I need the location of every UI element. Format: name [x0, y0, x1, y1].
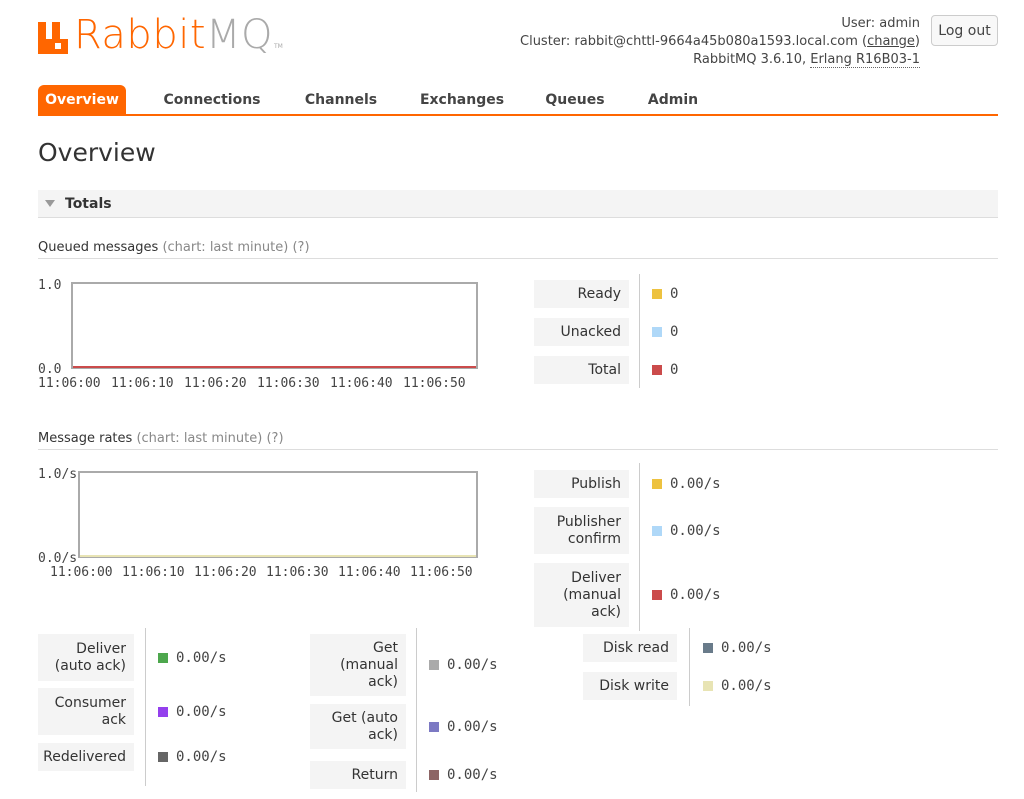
x-tick-label: 11:06:40 [330, 376, 393, 391]
legend-swatch [158, 706, 168, 717]
tab-connections[interactable]: Connections [150, 85, 274, 114]
tab-overview[interactable]: Overview [38, 85, 126, 114]
legend-swatch [429, 770, 439, 780]
stat-label-deliver-auto-ack: Deliver (auto ack) [38, 634, 134, 681]
main-nav-tabs: Overview Connections Channels Exchanges … [38, 85, 998, 116]
stat-label-get-auto-ack: Get (auto ack) [310, 704, 406, 749]
erlang-version: Erlang R16B03-1 [810, 52, 920, 68]
stat-label-total: Total [534, 356, 629, 384]
tab-admin[interactable]: Admin [638, 85, 708, 114]
x-tick-label: 11:06:30 [266, 565, 329, 580]
cluster-info: Cluster: rabbit@chttl-9664a45b080a1593.l… [520, 34, 920, 49]
totals-section-header[interactable]: Totals [38, 190, 998, 218]
chart-plot-area [78, 471, 478, 558]
legend-swatch [652, 590, 662, 600]
logo-text: RabbitMQ [74, 12, 274, 58]
x-tick-label: 11:06:50 [410, 565, 473, 580]
help-link[interactable]: (?) [266, 431, 283, 446]
stat-label-get-manual-ack: Get (manual ack) [310, 634, 406, 696]
tab-queues[interactable]: Queues [536, 85, 614, 114]
stat-value-consumer-ack: 0.00/s [158, 688, 227, 735]
logo-trademark: TM [274, 43, 283, 50]
legend-swatch [652, 289, 662, 299]
chart-plot-area [71, 282, 478, 369]
legend-swatch [429, 721, 439, 732]
x-tick-label: 11:06:10 [111, 376, 174, 391]
stat-value-return: 0.00/s [429, 761, 498, 789]
x-tick-label: 11:06:10 [122, 565, 185, 580]
rabbitmq-logo[interactable]: RabbitMQ TM [38, 12, 283, 58]
stat-value-ready: 0 [652, 280, 678, 308]
stat-divider [639, 463, 640, 631]
tab-channels[interactable]: Channels [296, 85, 386, 114]
y-tick-min: 0.0/s [38, 551, 77, 566]
user-label: User: admin [841, 16, 920, 31]
stat-value-deliver-manual-ack: 0.00/s [652, 563, 721, 627]
stat-value-redelivered: 0.00/s [158, 743, 227, 771]
stat-value-unacked: 0 [652, 318, 678, 346]
x-tick-label: 11:06:00 [38, 376, 101, 391]
cluster-change-link[interactable]: change [867, 34, 915, 49]
legend-swatch [652, 479, 662, 489]
legend-swatch [652, 327, 662, 337]
stat-label-return: Return [310, 761, 406, 789]
x-tick-label: 11:06:40 [338, 565, 401, 580]
stat-label-publisher-confirm: Publisher confirm [534, 507, 629, 554]
chart-range-link[interactable]: (chart: last minute) [162, 240, 288, 255]
stat-label-disk-write: Disk write [583, 672, 677, 700]
stat-divider [416, 628, 417, 792]
message-rates-chart: 1.0/s 0.0/s 11:06:00 11:06:10 11:06:20 11:0… [38, 467, 478, 580]
stat-divider [639, 274, 640, 388]
x-tick-label: 11:06:20 [184, 376, 247, 391]
queued-messages-chart: 1.0 0.0 11:06:00 11:06:10 11:06:20 11:06:30… [38, 278, 478, 391]
queued-messages-heading: Queued messages (chart: last minute) (?) [38, 240, 998, 259]
header-info: User: admin Cluster: rabbit@chttl-9664a4… [520, 15, 920, 69]
stat-divider [689, 628, 690, 706]
stat-value-publish: 0.00/s [652, 470, 721, 498]
stat-label-disk-read: Disk read [583, 634, 677, 662]
version-info: RabbitMQ 3.6.10, Erlang R16B03-1 [693, 52, 920, 68]
legend-swatch [429, 660, 439, 670]
stat-label-redelivered: Redelivered [38, 743, 134, 771]
message-rates-heading: Message rates (chart: last minute) (?) [38, 431, 998, 450]
stat-label-consumer-ack: Consumer ack [38, 688, 134, 735]
legend-swatch [158, 652, 168, 663]
legend-swatch [703, 681, 713, 691]
x-tick-label: 11:06:30 [257, 376, 320, 391]
stat-value-disk-write: 0.00/s [703, 672, 772, 700]
page-title: Overview [38, 138, 156, 167]
legend-swatch [652, 365, 662, 375]
stat-label-deliver-manual-ack: Deliver (manual ack) [534, 563, 629, 627]
stat-label-ready: Ready [534, 280, 629, 308]
stat-value-publisher-confirm: 0.00/s [652, 507, 721, 554]
x-tick-label: 11:06:00 [50, 565, 113, 580]
x-tick-label: 11:06:20 [194, 565, 257, 580]
stat-value-total: 0 [652, 356, 678, 384]
legend-swatch [652, 525, 662, 536]
rabbitmq-logo-icon [38, 22, 70, 54]
stat-value-disk-read: 0.00/s [703, 634, 772, 662]
totals-title: Totals [65, 195, 112, 212]
tab-exchanges[interactable]: Exchanges [410, 85, 514, 114]
legend-swatch [158, 752, 168, 762]
collapse-triangle-icon [45, 200, 55, 207]
legend-swatch [703, 643, 713, 653]
y-tick-min: 0.0 [38, 362, 61, 377]
logout-button[interactable]: Log out [931, 15, 998, 46]
stat-value-get-auto-ack: 0.00/s [429, 704, 498, 749]
help-link[interactable]: (?) [292, 240, 309, 255]
stat-label-unacked: Unacked [534, 318, 629, 346]
y-tick-max: 1.0/s [38, 467, 77, 482]
x-tick-label: 11:06:50 [403, 376, 466, 391]
chart-range-link[interactable]: (chart: last minute) [136, 431, 262, 446]
stat-label-publish: Publish [534, 470, 629, 498]
y-tick-max: 1.0 [38, 278, 61, 293]
stat-divider [145, 628, 146, 786]
stat-value-get-manual-ack: 0.00/s [429, 634, 498, 696]
stat-value-deliver-auto-ack: 0.00/s [158, 634, 227, 681]
